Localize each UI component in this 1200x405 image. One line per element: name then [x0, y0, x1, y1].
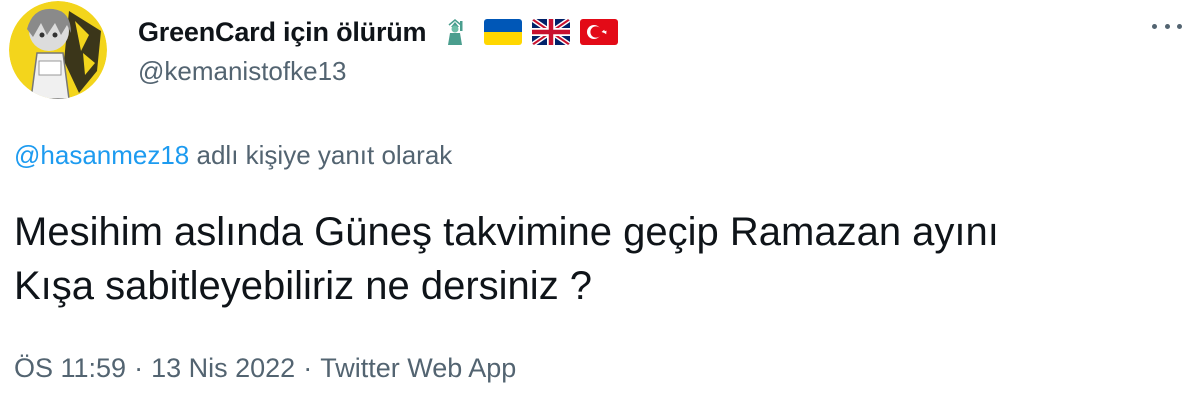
separator: · — [134, 353, 144, 383]
tweet-text-line: Mesihim aslında Güneş takvimine geçip Ra… — [14, 210, 999, 254]
dot — [1152, 23, 1157, 29]
dot — [1164, 23, 1170, 29]
tweet-text-line: Kışa sabitleyebiliriz ne dersiniz ? — [14, 264, 593, 308]
display-name[interactable]: GreenCard için ölürüm — [138, 17, 427, 48]
ukraine-flag-icon — [484, 19, 523, 45]
tweet-timestamp-link[interactable]: ÖS 11:59 · 13 Nis 2022 — [14, 353, 295, 383]
statue-of-liberty-icon — [436, 19, 475, 45]
avatar[interactable] — [9, 1, 107, 99]
reply-context-text: adlı kişiye yanıt olarak — [189, 140, 453, 170]
uk-flag-icon — [532, 19, 571, 45]
reply-context: @hasanmez18 adlı kişiye yanıt olarak — [14, 140, 452, 171]
more-options-icon[interactable] — [1152, 16, 1182, 36]
tweet-card: GreenCard için ölürüm @kemanistofke13 @h… — [0, 0, 1200, 405]
dot — [1177, 23, 1182, 29]
turkey-flag-icon — [580, 19, 619, 45]
author-name-row: GreenCard için ölürüm — [138, 14, 619, 50]
tweet-meta: ÖS 11:59 · 13 Nis 2022 · Twitter Web App — [14, 353, 516, 384]
author-handle[interactable]: @kemanistofke13 — [138, 56, 347, 87]
reply-mention-link[interactable]: @hasanmez18 — [14, 140, 189, 170]
tweet-source: Twitter Web App — [320, 353, 517, 383]
tweet-text: Mesihim aslında Güneş takvimine geçip Ra… — [14, 205, 1184, 313]
tweet-time: ÖS 11:59 — [14, 353, 127, 383]
separator: · — [303, 353, 313, 383]
tweet-date: 13 Nis 2022 — [151, 353, 296, 383]
avatar-image — [9, 1, 107, 99]
